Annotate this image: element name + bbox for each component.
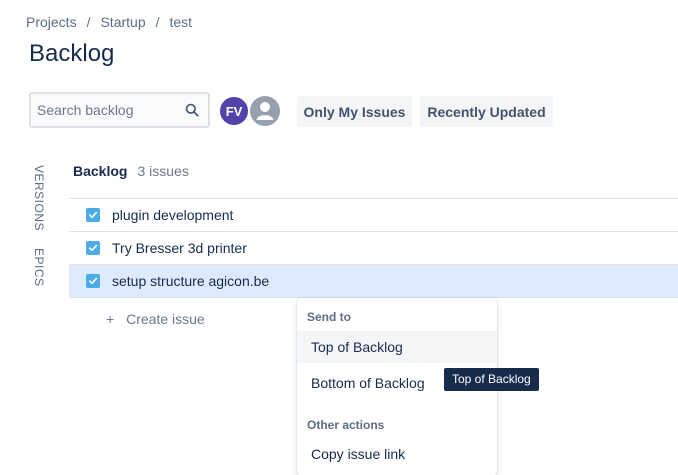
menu-item-top-of-backlog[interactable]: Top of Backlog [297, 331, 497, 363]
issue-row[interactable]: plugin development [69, 199, 678, 232]
issue-row[interactable]: Try Bresser 3d printer [69, 232, 678, 265]
page-title: Backlog [29, 40, 115, 67]
avatar-unassigned[interactable] [248, 94, 282, 128]
create-issue-label: Create issue [126, 311, 205, 327]
recently-updated-button[interactable]: Recently Updated [420, 96, 553, 127]
task-icon [86, 241, 100, 255]
tooltip: Top of Backlog [444, 368, 539, 391]
menu-item-copy-issue-link[interactable]: Copy issue link [297, 438, 497, 470]
breadcrumb-separator: / [155, 14, 160, 30]
other-actions-heading: Other actions [307, 418, 385, 432]
issue-title: Try Bresser 3d printer [112, 240, 247, 256]
issue-title: setup structure agicon.be [112, 273, 270, 289]
issue-list: plugin development Try Bresser 3d printe… [69, 198, 678, 298]
issue-row-selected[interactable]: setup structure agicon.be [69, 265, 678, 298]
breadcrumb-startup[interactable]: Startup [100, 14, 145, 30]
search-input[interactable] [37, 94, 177, 126]
search-icon[interactable] [185, 103, 199, 117]
breadcrumb-projects[interactable]: Projects [26, 14, 77, 30]
search-box[interactable] [29, 92, 210, 128]
backlog-header: Backlog 3 issues [73, 163, 189, 179]
tab-epics[interactable]: EPICS [32, 248, 46, 287]
plus-icon: + [106, 311, 115, 327]
breadcrumb-test[interactable]: test [170, 14, 193, 30]
breadcrumb: Projects / Startup / test [26, 14, 192, 30]
user-icon [250, 96, 280, 126]
only-my-issues-button[interactable]: Only My Issues [297, 96, 412, 127]
issue-count: 3 issues [137, 163, 189, 179]
send-to-heading: Send to [307, 310, 351, 324]
issue-title: plugin development [112, 207, 234, 223]
backlog-name: Backlog [73, 163, 128, 179]
tab-versions[interactable]: VERSIONS [32, 165, 46, 231]
breadcrumb-separator: / [86, 14, 91, 30]
task-icon [86, 274, 100, 288]
task-icon [86, 208, 100, 222]
avatar-fv[interactable]: FV [218, 95, 250, 127]
create-issue-button[interactable]: + Create issue [106, 311, 205, 327]
